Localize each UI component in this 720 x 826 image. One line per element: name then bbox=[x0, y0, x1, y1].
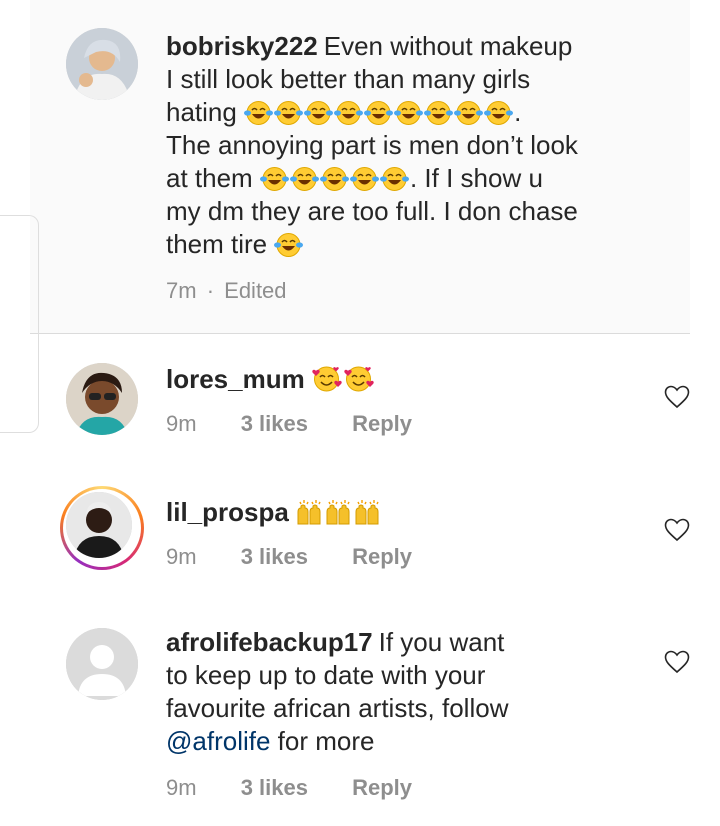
comment-time: 9m bbox=[166, 775, 197, 800]
reply-button[interactable]: Reply bbox=[352, 775, 412, 801]
tears-of-joy-emoji bbox=[274, 101, 304, 125]
avatar-photo bbox=[66, 28, 138, 100]
smiling-face-with-hearts-emoji bbox=[312, 366, 342, 392]
laugh-emoji-run-1 bbox=[274, 229, 304, 259]
mention-link[interactable]: @afrolife bbox=[166, 726, 270, 756]
side-panel-edge bbox=[0, 215, 39, 433]
smiling-face-with-hearts-emoji bbox=[344, 366, 374, 392]
tears-of-joy-emoji bbox=[259, 167, 289, 191]
caption-line: I still look better than many girls bbox=[166, 64, 531, 94]
caption-line: The annoying part is men don’t look bbox=[166, 130, 578, 160]
comment-meta: 9m 3 likes Reply bbox=[166, 544, 412, 570]
tears-of-joy-emoji bbox=[334, 101, 364, 125]
comment-text: afrolifebackup17 If you want to keep up t… bbox=[166, 626, 610, 758]
caption-text: bobrisky222 Even without makeup I still l… bbox=[166, 30, 610, 261]
laugh-emoji-run-5 bbox=[259, 163, 410, 193]
comment-meta: 9m 3 likes Reply bbox=[166, 775, 412, 801]
likes-count[interactable]: 3 likes bbox=[241, 411, 308, 437]
comment-text: lores_mum bbox=[166, 363, 610, 396]
comment-time: 9m bbox=[166, 411, 197, 436]
avatar-photo bbox=[66, 492, 132, 558]
avatar[interactable] bbox=[66, 28, 138, 100]
caption-line: Even without makeup bbox=[323, 31, 573, 61]
love-emoji-run bbox=[311, 364, 375, 394]
avatar[interactable] bbox=[66, 628, 138, 700]
edited-label: Edited bbox=[224, 278, 287, 303]
meta-dot: · bbox=[206, 278, 215, 303]
comment-time: 9m bbox=[166, 544, 197, 569]
tears-of-joy-emoji bbox=[394, 101, 424, 125]
comment-username[interactable]: lores_mum bbox=[166, 364, 305, 394]
caption-line: . If I show u bbox=[409, 163, 543, 193]
caption-line: hating bbox=[166, 97, 237, 127]
tears-of-joy-emoji bbox=[424, 101, 454, 125]
comment-username[interactable]: afrolifebackup17 bbox=[166, 627, 373, 657]
heart-outline-icon[interactable] bbox=[664, 650, 690, 674]
comment-text: lil_prospa bbox=[166, 496, 610, 529]
comment-item: lores_mum 9m 3 likes Reply bbox=[60, 355, 690, 455]
laugh-emoji-run-9 bbox=[244, 97, 514, 127]
tears-of-joy-emoji bbox=[349, 167, 379, 191]
comment-meta: 9m 3 likes Reply bbox=[166, 411, 412, 437]
tears-of-joy-emoji bbox=[289, 167, 319, 191]
comment-line: for more bbox=[270, 726, 375, 756]
caption-meta: 7m · Edited bbox=[166, 278, 287, 304]
caption-username[interactable]: bobrisky222 bbox=[166, 31, 318, 61]
tears-of-joy-emoji bbox=[319, 167, 349, 191]
likes-count[interactable]: 3 likes bbox=[241, 544, 308, 570]
caption-comment: bobrisky222 Even without makeup I still l… bbox=[60, 0, 690, 333]
tears-of-joy-emoji bbox=[379, 167, 409, 191]
reply-button[interactable]: Reply bbox=[352, 411, 412, 437]
raising-hands-emoji bbox=[326, 500, 350, 525]
raising-hands-emoji bbox=[297, 500, 321, 525]
caption-period: . bbox=[514, 97, 522, 127]
caption-line: at them bbox=[166, 163, 253, 193]
raise-emoji-run bbox=[295, 497, 382, 527]
comment-item: lil_prospa 9m 3 likes Reply bbox=[60, 486, 690, 586]
tears-of-joy-emoji bbox=[244, 101, 274, 125]
avatar bbox=[66, 492, 132, 558]
likes-count[interactable]: 3 likes bbox=[241, 775, 308, 801]
caption-line: them tire bbox=[166, 229, 268, 259]
tears-of-joy-emoji bbox=[274, 233, 304, 257]
caption-time: 7m bbox=[166, 278, 197, 303]
story-ring[interactable] bbox=[60, 486, 144, 570]
tears-of-joy-emoji bbox=[484, 101, 514, 125]
heart-outline-icon[interactable] bbox=[664, 385, 690, 409]
caption-line: my dm they are too full. I don chase bbox=[166, 196, 578, 226]
avatar[interactable] bbox=[66, 363, 138, 435]
tears-of-joy-emoji bbox=[454, 101, 484, 125]
default-avatar-icon bbox=[66, 628, 138, 700]
comment-line: favourite african artists, follow bbox=[166, 693, 509, 723]
avatar-photo bbox=[66, 363, 138, 435]
tears-of-joy-emoji bbox=[364, 101, 394, 125]
comment-line: to keep up to date with your bbox=[166, 660, 486, 690]
comment-username[interactable]: lil_prospa bbox=[166, 497, 289, 527]
comment-line: If you want bbox=[378, 627, 505, 657]
reply-button[interactable]: Reply bbox=[352, 544, 412, 570]
comment-item: afrolifebackup17 If you want to keep up t… bbox=[60, 618, 690, 818]
raising-hands-emoji bbox=[355, 500, 379, 525]
tears-of-joy-emoji bbox=[304, 101, 334, 125]
heart-outline-icon[interactable] bbox=[664, 518, 690, 542]
